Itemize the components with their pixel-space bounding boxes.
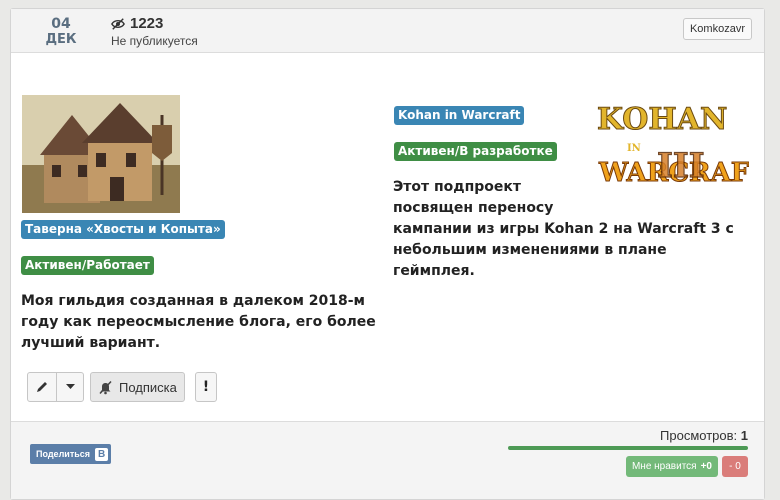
views-stat: Просмотров: 1 [660, 428, 748, 443]
exclamation-icon: ! [202, 379, 210, 395]
edit-button[interactable] [27, 372, 57, 402]
description-line: Моя гильдия созданная в далеком 2018-м [21, 293, 365, 309]
report-button[interactable]: ! [195, 372, 217, 402]
description-line: Этот подпроект [393, 179, 522, 195]
description-line: году как переосмысление блога, его более [21, 314, 376, 330]
dislike-button[interactable]: - 0 [722, 456, 748, 477]
logo-in: IN [627, 143, 641, 154]
description-line: небольшим изменениями в плане [393, 242, 667, 258]
subscribe-label: Подписка [119, 379, 177, 395]
kohan-warcraft-logo[interactable]: KOHAN IN WARCRAFT III [589, 95, 750, 188]
right-project-description: Этот подпроект посвящен переносу кампани… [393, 177, 753, 282]
rating-bar [508, 446, 748, 450]
description-line: геймплея. [393, 263, 475, 279]
left-project-title-badge[interactable]: Таверна «Хвосты и Копыта» [21, 220, 225, 239]
tavern-thumbnail[interactable] [22, 95, 180, 213]
right-project-title-badge[interactable]: Kohan in Warcraft [394, 106, 525, 125]
date-month: ДЕК [45, 32, 77, 47]
like-button[interactable]: Мне нравится +0 [625, 456, 718, 477]
views-label: Просмотров: [660, 428, 738, 443]
subscribe-button[interactable]: Подписка [90, 372, 185, 402]
author-button[interactable]: Komkozavr [682, 18, 752, 40]
post-panel: 04 ДЕК 1223 Не публикуется Komkozavr Тав… [10, 8, 765, 500]
eye-slash-icon [111, 17, 125, 30]
view-count: 1223 [130, 15, 164, 32]
like-label: Мне нравится [631, 461, 697, 472]
post-footer: Поделиться В Просмотров: 1 Мне нравится … [11, 421, 764, 499]
post-meta: 1223 Не публикуется [111, 15, 198, 48]
left-project-status-badge: Активен/Работает [21, 256, 154, 275]
views-value: 1 [740, 428, 748, 443]
description-line: посвящен переносу [393, 200, 554, 216]
post-date: 04 ДЕК [41, 16, 81, 47]
dislike-count: - 0 [729, 461, 741, 472]
edit-dropdown-button[interactable] [56, 372, 84, 402]
bell-slash-icon [99, 380, 112, 394]
description-line: лучший вариант. [21, 335, 161, 351]
description-line: кампании из игры Kohan 2 на Warcraft 3 с [393, 221, 734, 237]
logo-kohan: KOHAN [597, 102, 727, 137]
post-header: 04 ДЕК 1223 Не публикуется Komkozavr [11, 9, 764, 53]
chevron-down-icon [65, 384, 75, 389]
right-project-status-badge: Активен/В разработке [394, 142, 557, 161]
share-vk-button[interactable]: Поделиться В [30, 444, 112, 464]
pencil-icon [37, 382, 47, 392]
like-count: +0 [700, 461, 712, 472]
date-day: 04 [51, 16, 71, 32]
share-label: Поделиться [36, 449, 91, 459]
left-project-description: Моя гильдия созданная в далеком 2018-м г… [21, 291, 381, 354]
publish-status: Не публикуется [111, 34, 198, 48]
vk-icon: В [95, 447, 109, 461]
